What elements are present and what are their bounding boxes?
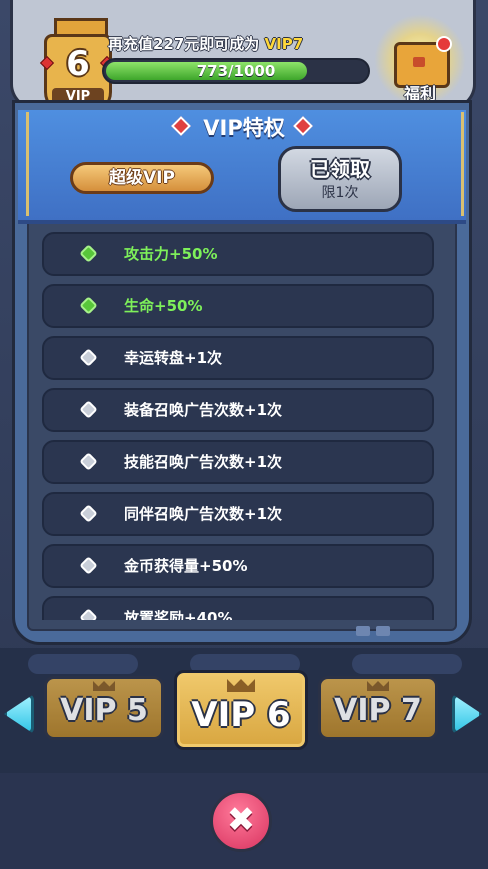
claim-limit-label: 限1次 [321,185,359,201]
vip-tab-current[interactable]: VIP 6 [174,670,308,750]
privilege-row: 金币获得量+50% [42,544,434,588]
crown-icon [367,681,389,691]
privilege-label: 金币获得量+50% [124,557,248,575]
privilege-label: 放置奖励+40% [124,609,233,620]
super-vip-ribbon: 超级VIP [70,162,214,194]
crown-icon [93,681,115,691]
bullet-diamond-icon [79,556,98,575]
bullet-diamond-icon [79,400,98,419]
privilege-label: 攻击力+50% [124,245,218,263]
privilege-list[interactable]: 攻击力+50% 生命+50% 幸运转盘+1次装备召唤广告次数+1次 技能召唤广告次数+… [42,232,436,620]
privilege-row: 装备召唤广告次数+1次 [42,388,434,432]
privilege-label: 生命+50% [124,297,203,315]
privilege-row: 放置奖励+40% [42,596,434,620]
recharge-hint: 再充值227元即可成为 VIP7 [108,33,398,54]
privilege-label: 技能召唤广告次数+1次 [124,453,283,471]
privilege-label: 装备召唤广告次数+1次 [124,401,283,419]
claim-button[interactable]: 已领取 限1次 [278,146,402,212]
recharge-target: VIP7 [264,35,304,53]
vip-progress-bar: 773/1000 [102,58,370,84]
vip-tab-prev[interactable]: VIP 5 [44,676,164,740]
close-button[interactable]: ✖ [210,790,272,852]
privilege-row: 幸运转盘+1次 [42,336,434,380]
bullet-diamond-icon [79,244,98,263]
recharge-prefix: 再充值227元即可成为 [108,35,260,53]
bullet-diamond-icon [79,608,98,620]
notification-dot [436,36,452,52]
vip-level-badge: 6 VIP [39,18,115,114]
panel-footer [12,620,472,646]
close-icon: ✖ [226,800,256,840]
privilege-row: 生命+50% [42,284,434,328]
privilege-row: 技能召唤广告次数+1次 [42,440,434,484]
progress-text: 773/1000 [196,62,276,80]
vip-level-number: 6 [66,44,90,84]
privilege-label: 幸运转盘+1次 [124,349,223,367]
bullet-diamond-icon [79,348,98,367]
vip-tab-next[interactable]: VIP 7 [318,676,438,740]
footer-decoration [356,626,370,636]
bullet-diamond-icon [79,296,98,315]
panel-title: VIP特权 [203,116,285,140]
privilege-row: 攻击力+50% [42,232,434,276]
vip-tab-prev-label: VIP 5 [60,693,148,728]
welfare-button[interactable]: 福利 [374,14,466,106]
bullet-diamond-icon [79,504,98,523]
privilege-row: 同伴召唤广告次数+1次 [42,492,434,536]
strip-decoration [28,654,138,674]
vip-tab-next-label: VIP 7 [334,693,422,728]
vip-tab-current-label: VIP 6 [191,695,291,735]
footer-decoration [376,626,390,636]
strip-decoration [352,654,462,674]
bullet-diamond-icon [79,452,98,471]
crown-icon [227,679,255,692]
privilege-label: 同伴召唤广告次数+1次 [124,505,283,523]
claim-button-label: 已领取 [310,157,370,181]
